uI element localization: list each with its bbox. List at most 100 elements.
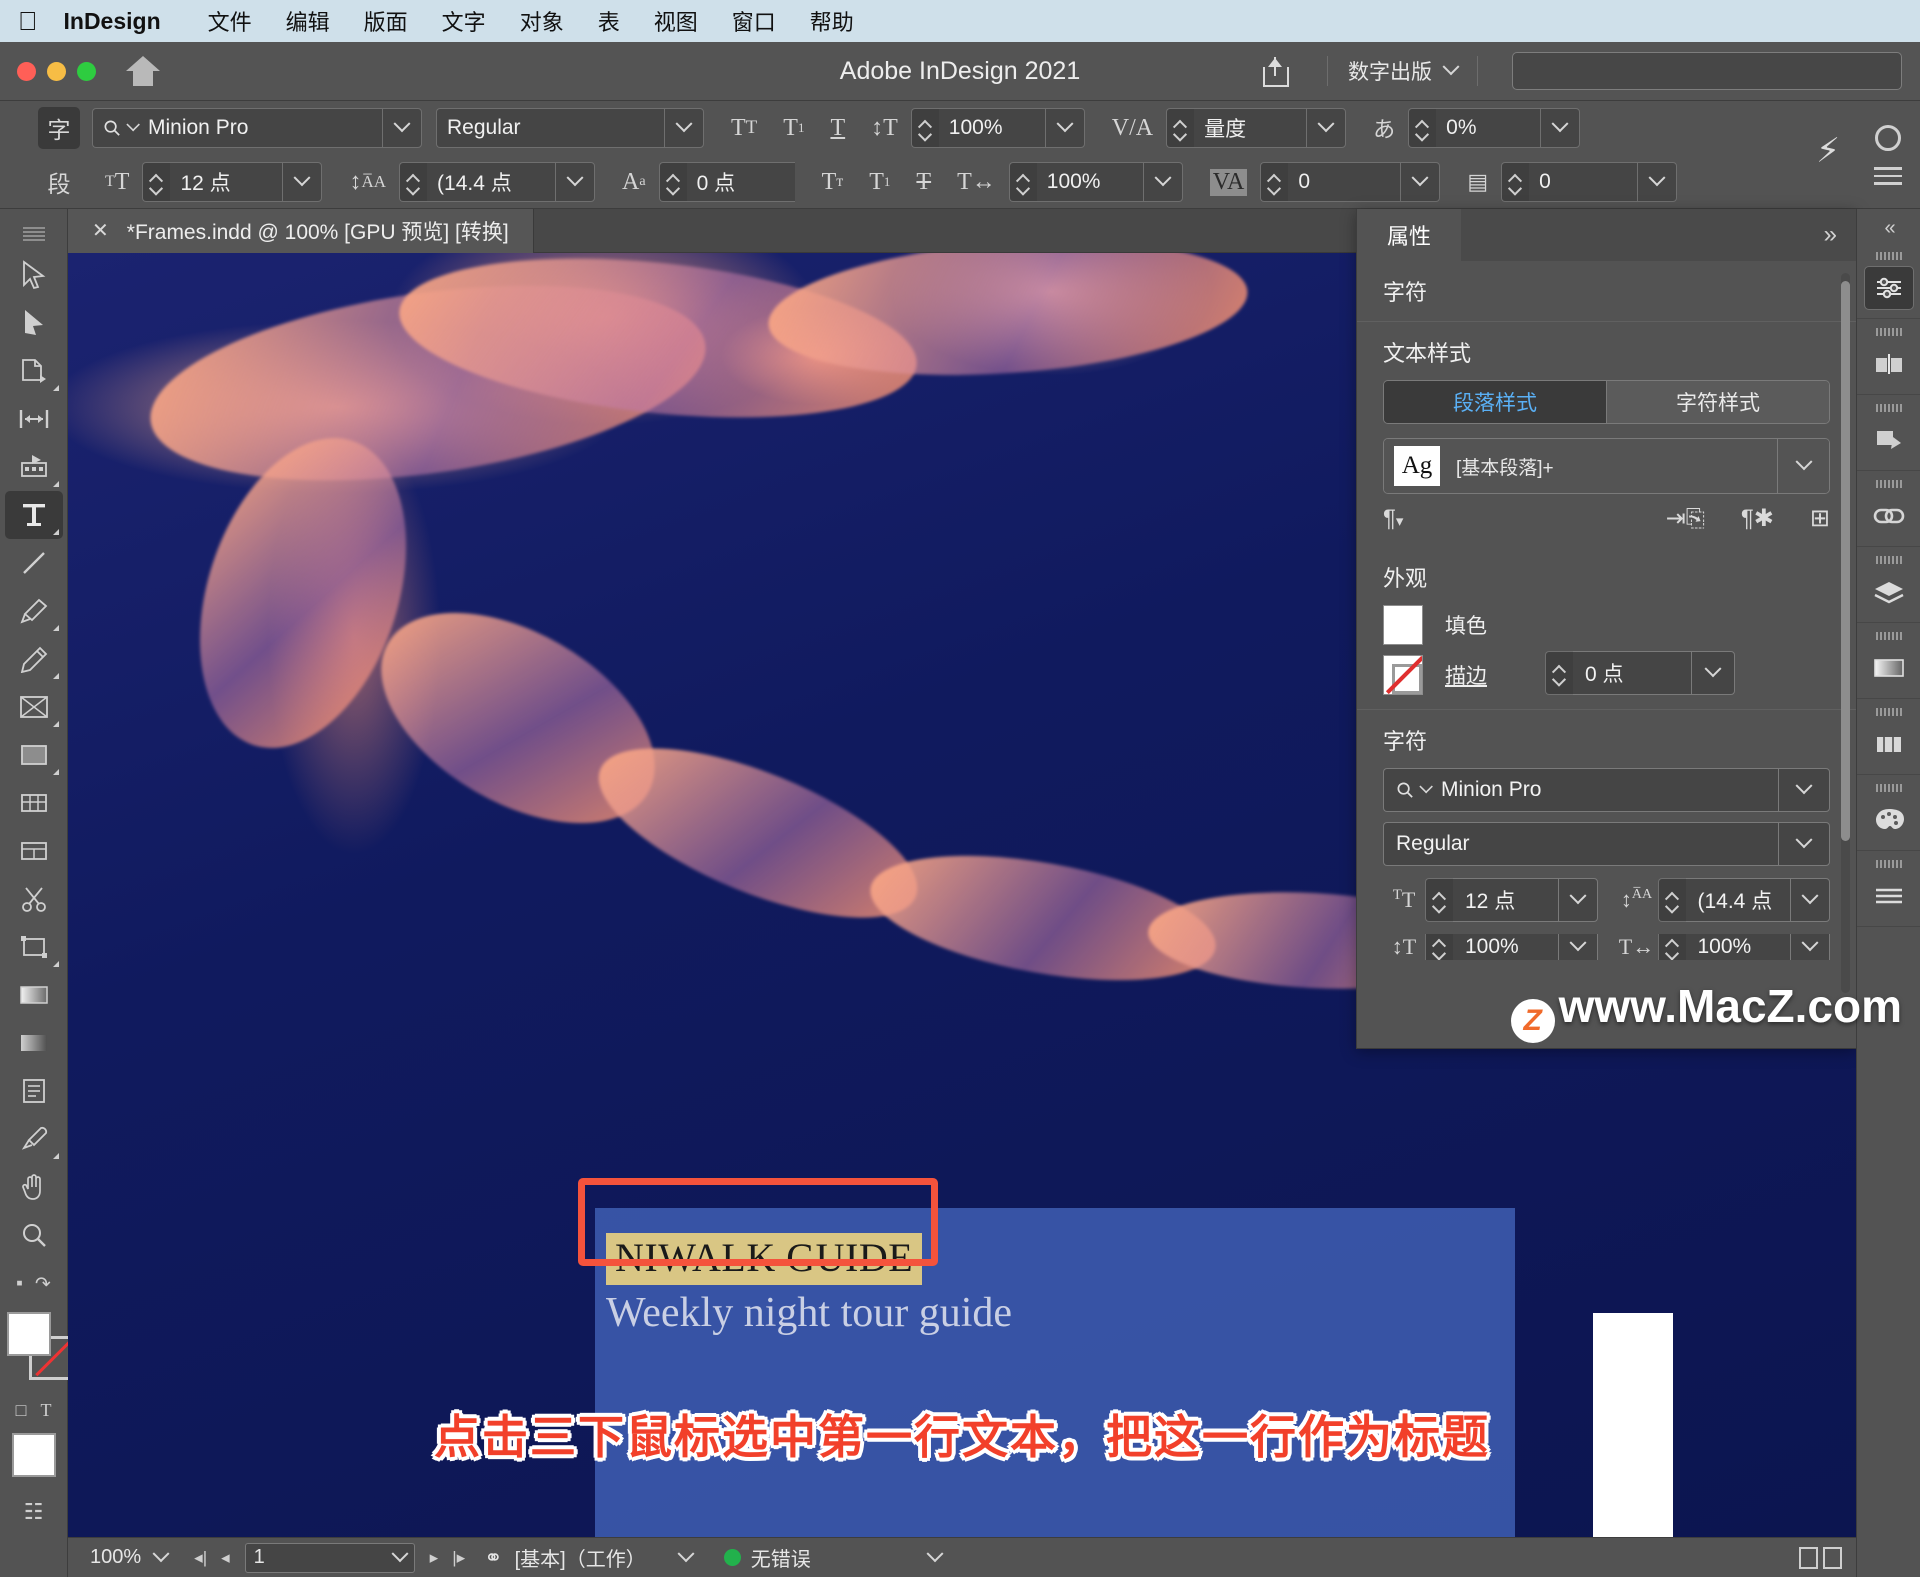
chevron-down-icon[interactable] xyxy=(391,1544,409,1562)
panel-font-family-control[interactable]: Minion Pro xyxy=(1383,768,1830,812)
underline-icon[interactable]: T xyxy=(830,115,845,142)
leading-control[interactable]: (14.4 点 xyxy=(399,162,596,202)
kerning-input[interactable]: 量度 xyxy=(1194,108,1307,148)
fill-color-swatch[interactable] xyxy=(1383,605,1423,645)
first-page-icon[interactable]: ◂| xyxy=(187,1548,214,1568)
links-edit-panel-icon[interactable] xyxy=(1864,418,1914,462)
font-family-dropdown[interactable] xyxy=(382,108,422,148)
baseline-shift-control[interactable]: 0 点 xyxy=(658,162,795,202)
menu-item-type[interactable]: 文字 xyxy=(425,5,503,37)
sidebar-item-content-collector-tool[interactable] xyxy=(5,443,63,491)
window-controls[interactable] xyxy=(0,61,96,81)
horizontal-scale-input[interactable]: 100% xyxy=(1036,162,1143,202)
panel-leading-dropdown[interactable] xyxy=(1790,878,1830,922)
clear-overrides-icon[interactable]: ¶✱ xyxy=(1741,504,1774,533)
sidebar-item-frame-tool[interactable] xyxy=(5,683,63,731)
new-style-icon[interactable]: ⊞ xyxy=(1810,504,1830,533)
font-style-control[interactable]: Regular xyxy=(436,108,704,148)
sidebar-item-transform-tool[interactable] xyxy=(5,923,63,971)
tracking-input[interactable]: 0 xyxy=(1288,162,1401,202)
sidebar-item-gap-tool[interactable] xyxy=(5,395,63,443)
sidebar-item-pen-tool[interactable] xyxy=(5,587,63,635)
dock-item-links[interactable] xyxy=(1857,471,1920,547)
panel-drag-grip[interactable] xyxy=(1875,783,1902,792)
chevron-down-icon[interactable] xyxy=(677,1544,695,1562)
swap-fill-stroke-icon[interactable]: ↷ xyxy=(35,1273,51,1296)
format-container-icon[interactable]: □ xyxy=(16,1400,27,1421)
prev-page-icon[interactable]: ◂ xyxy=(214,1548,237,1568)
menu-item-layout[interactable]: 版面 xyxy=(347,5,425,37)
tracking-control[interactable]: 0 xyxy=(1260,162,1441,202)
dock-item-gradient[interactable] xyxy=(1857,623,1920,699)
sidebar-item-pencil-tool[interactable] xyxy=(5,635,63,683)
dock-item-pages[interactable] xyxy=(1857,319,1920,395)
layers-panel-icon[interactable] xyxy=(1864,570,1914,614)
font-style-dropdown[interactable] xyxy=(664,108,704,148)
stroke-weight-dropdown[interactable] xyxy=(1691,651,1735,695)
vertical-scale-input[interactable]: 100% xyxy=(938,108,1045,148)
workspace-selector[interactable]: 数字出版 xyxy=(1342,56,1463,86)
page-number-input[interactable]: 1 xyxy=(244,1542,415,1573)
vertical-scale-dropdown[interactable] xyxy=(1044,108,1085,148)
font-size-control[interactable]: 12 点 xyxy=(142,162,323,202)
panel-vertical-scale-stepper[interactable] xyxy=(1425,934,1453,960)
sidebar-item-scissors-tool[interactable] xyxy=(5,875,63,923)
leading-dropdown[interactable] xyxy=(555,162,596,202)
panel-leading-value[interactable]: (14.4 点 xyxy=(1685,878,1790,922)
stroke-weight-value[interactable]: 0 点 xyxy=(1573,651,1691,695)
character-formatting-toggle[interactable]: 字 xyxy=(38,107,80,149)
tsume-stepper[interactable] xyxy=(1408,108,1437,148)
sidebar-item-rectangle-tool[interactable] xyxy=(5,731,63,779)
sidebar-item-free-transform-tool[interactable] xyxy=(5,779,63,827)
paragraph-panel-icon[interactable] xyxy=(1864,874,1914,918)
tsume-control[interactable]: 0% xyxy=(1408,108,1581,148)
strikethrough-icon[interactable]: T xyxy=(916,169,931,196)
panel-horizontal-scale-value[interactable]: 100% xyxy=(1685,934,1790,960)
document-tab[interactable]: ✕ *Frames.indd @ 100% [GPU 预览] [转换] xyxy=(68,209,534,253)
panel-font-size-stepper[interactable] xyxy=(1425,878,1453,922)
master-page-icon[interactable]: ⚭ xyxy=(484,1545,502,1571)
horizontal-scale-control[interactable]: 100% xyxy=(1008,162,1183,202)
all-caps-icon[interactable]: TT xyxy=(731,115,757,142)
close-icon[interactable]: ✕ xyxy=(92,218,109,243)
panel-vertical-scale-dropdown[interactable] xyxy=(1557,934,1598,960)
next-page-icon[interactable]: ▸ xyxy=(423,1548,446,1568)
panel-leading-stepper[interactable] xyxy=(1657,878,1686,922)
panel-drag-grip[interactable] xyxy=(1875,403,1902,412)
last-page-icon[interactable]: |▸ xyxy=(445,1548,472,1568)
home-icon[interactable] xyxy=(126,56,160,86)
panel-drag-grip[interactable] xyxy=(1875,707,1902,716)
panel-leading-control[interactable]: ↕ A̅A (14.4 点 xyxy=(1616,878,1830,922)
sidebar-item-selection-tool[interactable] xyxy=(5,251,63,299)
vertical-scale-stepper[interactable] xyxy=(910,108,939,148)
panel-font-family-dropdown[interactable] xyxy=(1778,768,1830,812)
skew-stepper[interactable] xyxy=(1501,162,1530,202)
tab-properties[interactable]: 属性 xyxy=(1357,209,1462,261)
font-style-input[interactable]: Regular xyxy=(436,108,664,148)
sidebar-item-line-tool[interactable] xyxy=(5,539,63,587)
style-selector[interactable]: Ag [基本段落]+ xyxy=(1383,438,1830,494)
menu-item-edit[interactable]: 编辑 xyxy=(269,5,347,37)
dock-item-swatches[interactable] xyxy=(1857,775,1920,851)
tracking-stepper[interactable] xyxy=(1260,162,1289,202)
sidebar-item-gradient-feather-tool[interactable] xyxy=(5,1019,63,1067)
panel-font-family-input[interactable]: Minion Pro xyxy=(1383,768,1778,812)
links-panel-icon[interactable] xyxy=(1864,494,1914,538)
skew-dropdown[interactable] xyxy=(1637,162,1678,202)
kerning-dropdown[interactable] xyxy=(1306,108,1347,148)
panel-drag-grip[interactable] xyxy=(1875,327,1902,336)
properties-panel-scrollbar[interactable] xyxy=(1841,273,1850,993)
panel-vertical-scale-control[interactable]: ↕T 100% xyxy=(1383,934,1598,960)
dock-item-layers[interactable] xyxy=(1857,547,1920,623)
close-window-button[interactable] xyxy=(17,61,36,81)
font-size-stepper[interactable] xyxy=(142,162,171,202)
panel-horizontal-scale-dropdown[interactable] xyxy=(1790,934,1830,960)
sidebar-item-page-tool[interactable] xyxy=(5,347,63,395)
fill-stroke-swatches[interactable] xyxy=(5,1312,73,1390)
superscript-icon[interactable]: T1 xyxy=(783,115,804,142)
apple-icon[interactable]:  xyxy=(18,8,38,34)
panel-font-style-control[interactable]: Regular xyxy=(1383,822,1830,866)
zoom-control[interactable]: 100% xyxy=(90,1544,170,1569)
menu-item-help[interactable]: 帮助 xyxy=(793,5,871,37)
sidebar-item-note-tool[interactable] xyxy=(5,1067,63,1115)
